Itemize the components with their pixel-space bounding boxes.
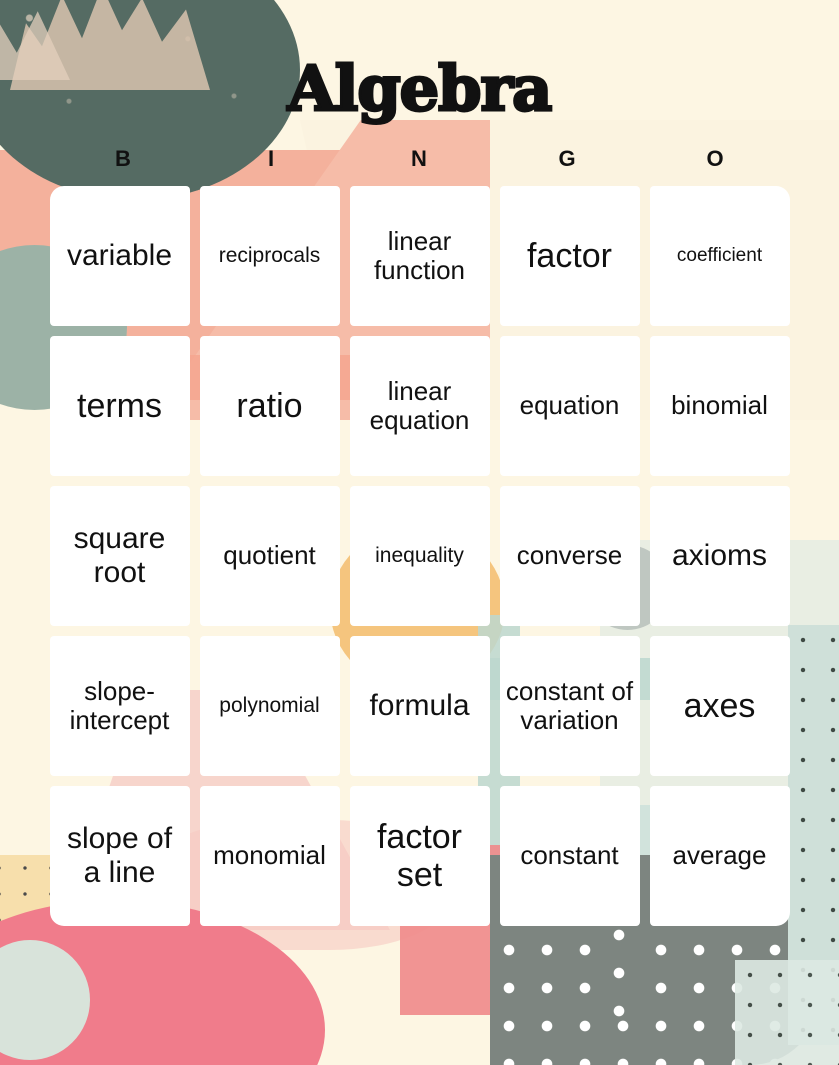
bingo-cell[interactable]: reciprocals <box>199 186 340 326</box>
bingo-cell[interactable]: formula <box>349 636 490 776</box>
column-header-i: I <box>267 146 276 171</box>
bingo-cell[interactable]: axes <box>649 636 790 776</box>
bingo-cell[interactable]: inequality <box>349 486 490 626</box>
bingo-cell[interactable]: monomial <box>199 786 340 926</box>
column-header-o: O <box>706 146 725 171</box>
bingo-cell[interactable]: slope of a line <box>49 786 190 926</box>
bingo-cell[interactable]: converse <box>499 486 640 626</box>
bingo-cell[interactable]: linear equation <box>349 336 490 476</box>
column-header-n: N <box>411 146 428 171</box>
bingo-cell[interactable]: variable <box>49 186 190 326</box>
bingo-cell[interactable]: ratio <box>199 336 340 476</box>
bingo-cell[interactable]: binomial <box>649 336 790 476</box>
bingo-grid: variable reciprocals linear function factor… <box>49 186 790 926</box>
column-header-g: G <box>558 146 577 171</box>
bingo-cell[interactable]: equation <box>499 336 640 476</box>
bingo-cell[interactable]: slope-intercept <box>49 636 190 776</box>
column-header-b: B <box>115 146 132 171</box>
bingo-cell[interactable]: axioms <box>649 486 790 626</box>
bingo-cell[interactable]: coefficient <box>649 186 790 326</box>
bingo-cell[interactable]: terms <box>49 336 190 476</box>
bingo-cell[interactable]: square root <box>49 486 190 626</box>
bingo-cell[interactable]: linear function <box>349 186 490 326</box>
bingo-cell[interactable]: constant of variation <box>499 636 640 776</box>
bingo-cell[interactable]: factor <box>499 186 640 326</box>
bingo-cell[interactable]: constant <box>499 786 640 926</box>
bingo-cell[interactable]: factor set <box>349 786 490 926</box>
bingo-card: Algebra B I N G O variable reciprocals lin… <box>0 0 839 1065</box>
column-header-row: B I N G O <box>50 146 790 172</box>
bingo-cell[interactable]: polynomial <box>199 636 340 776</box>
card-title: Algebra <box>286 52 554 125</box>
bingo-cell[interactable]: average <box>649 786 790 926</box>
bingo-cell[interactable]: quotient <box>199 486 340 626</box>
mint-dotted-corner-shape <box>735 960 839 1065</box>
